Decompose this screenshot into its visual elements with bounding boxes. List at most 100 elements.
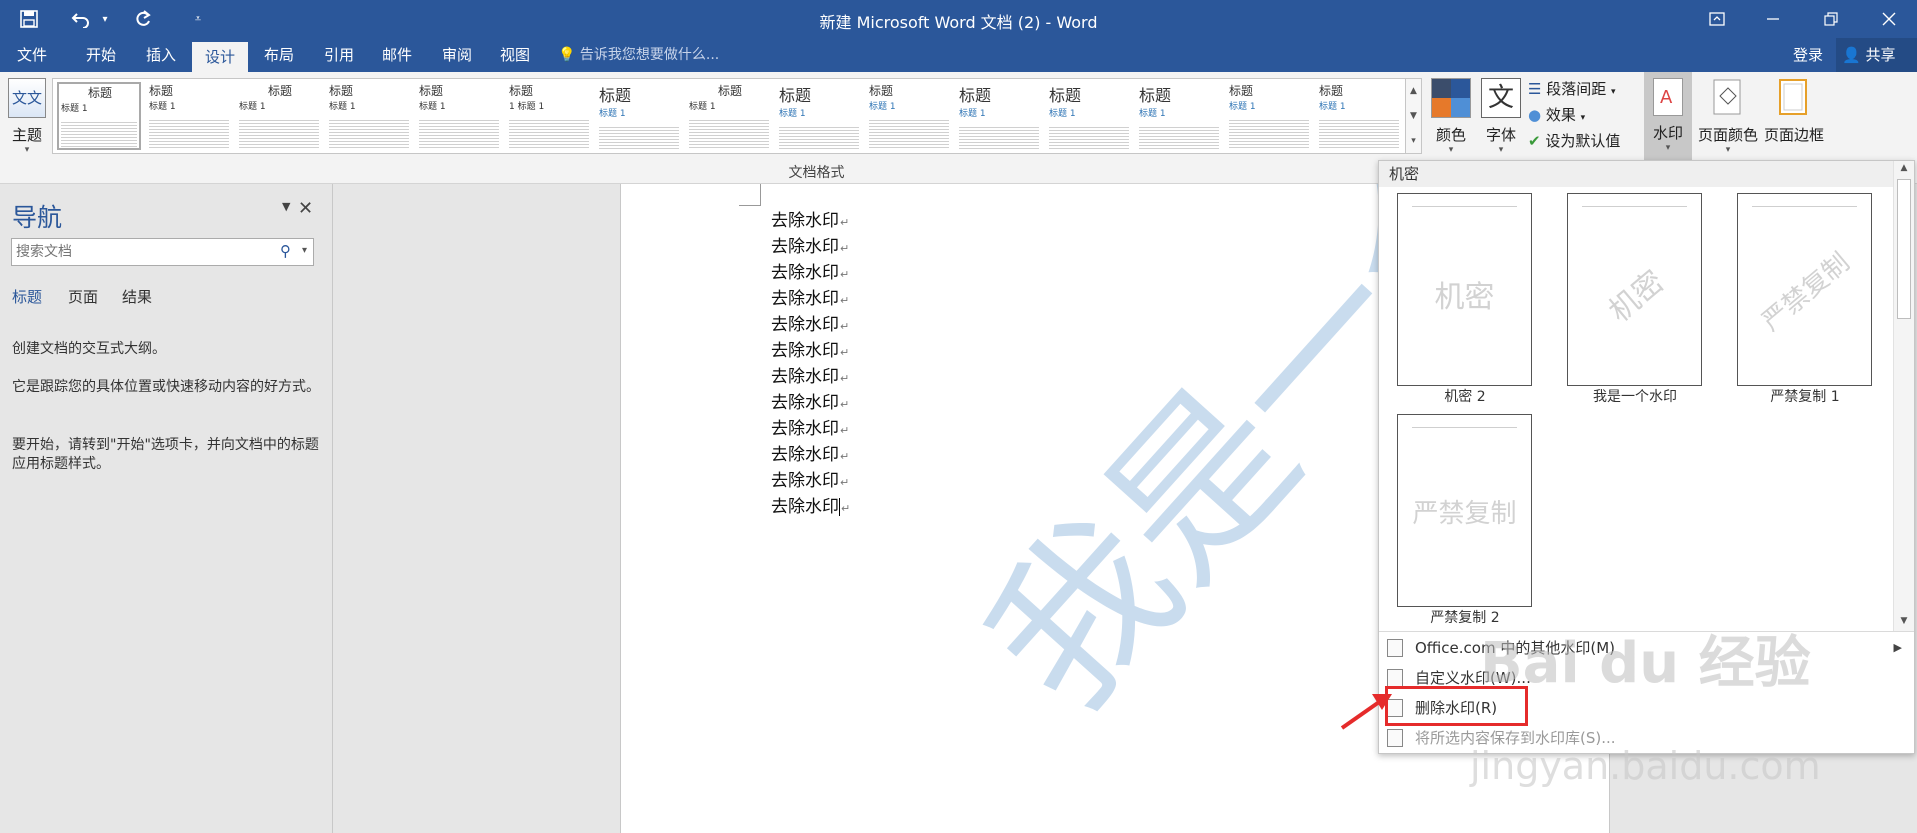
style-set-item[interactable]: 标题 标题 1 bbox=[237, 82, 321, 150]
page-color-button[interactable]: 页面颜色 ▾ bbox=[1696, 76, 1760, 166]
scroll-thumb[interactable] bbox=[1897, 179, 1911, 319]
style-set-subtitle: 标题 1 bbox=[689, 102, 716, 112]
watermark-menu-scrollbar[interactable]: ▲ ▼ bbox=[1893, 161, 1914, 631]
style-set-item[interactable]: 标题 标题 1 bbox=[957, 82, 1041, 150]
paragraph-mark-icon: ↵ bbox=[840, 424, 850, 437]
colors-button[interactable]: 颜色 ▾ bbox=[1428, 76, 1474, 166]
paragraph-mark-icon: ↵ bbox=[840, 450, 850, 463]
gallery-scrollbar[interactable]: ▲ ▼ ▾ bbox=[1406, 78, 1422, 154]
document-body[interactable]: 去除水印↵ 去除水印↵ 去除水印↵ 去除水印↵ 去除水印↵ 去除水印↵ 去除水印↵ 去除水印↵… bbox=[771, 208, 850, 520]
scroll-up-icon[interactable]: ▲ bbox=[1406, 79, 1421, 104]
restore-icon[interactable] bbox=[1808, 0, 1854, 38]
color-swatch bbox=[1451, 79, 1470, 98]
login-link[interactable]: 登录 bbox=[1793, 38, 1823, 72]
tab-mailings[interactable]: 邮件 bbox=[372, 38, 422, 72]
share-label: 共享 bbox=[1865, 46, 1896, 64]
close-icon[interactable]: ✕ bbox=[298, 198, 313, 219]
style-set-item[interactable]: 标题 标题 1 bbox=[867, 82, 951, 150]
style-set-item[interactable]: 标题 标题 1 bbox=[597, 82, 681, 150]
more-watermarks-office-item[interactable]: Office.com 中的其他水印(M) ▶ bbox=[1379, 635, 1914, 661]
style-set-title: 标题 bbox=[1049, 86, 1082, 105]
customize-qat-icon[interactable]: ⩡ bbox=[188, 0, 208, 38]
chevron-down-icon[interactable]: ▾ bbox=[302, 245, 307, 256]
watermark-menu: 机密 ▲ ▼ 机密 机密 2 机密 我是一个水印 严禁复制 严禁复制 1 严禁复… bbox=[1378, 160, 1915, 754]
style-set-item[interactable]: 标题 标题 1 bbox=[57, 82, 141, 150]
navigation-pane: 导航 ▼ ✕ ⚲ ▾ 标题 页面 结果 创建文档的交互式大纲。 它是跟踪您的具体… bbox=[0, 184, 333, 833]
tab-home[interactable]: 开始 bbox=[76, 38, 126, 72]
page-border-icon bbox=[1774, 78, 1814, 118]
watermark-option-no-copy-1[interactable]: 严禁复制 bbox=[1737, 193, 1872, 386]
tab-design[interactable]: 设计 bbox=[192, 42, 248, 72]
paragraph-spacing-button[interactable]: ☰ 段落间距 ▾ bbox=[1528, 76, 1648, 102]
watermark-option-confidential-2[interactable]: 机密 bbox=[1397, 193, 1532, 386]
chevron-down-icon[interactable]: ▼ bbox=[282, 200, 290, 213]
tab-layout[interactable]: 布局 bbox=[254, 38, 304, 72]
style-set-item[interactable]: 标题 标题 1 bbox=[1137, 82, 1221, 150]
style-set-item[interactable]: 标题 1 标题 1 bbox=[507, 82, 591, 150]
nav-tab-pages[interactable]: 页面 bbox=[68, 286, 98, 307]
document-line[interactable]: 去除水印↵ bbox=[771, 364, 850, 390]
close-icon[interactable] bbox=[1866, 0, 1912, 38]
themes-label: 主题 bbox=[11, 126, 42, 144]
document-line[interactable]: 去除水印↵ bbox=[771, 312, 850, 338]
themes-button[interactable]: 文文 主题 ▾ bbox=[4, 76, 50, 162]
document-line-text: 去除水印 bbox=[771, 263, 839, 283]
document-line[interactable]: 去除水印↵ bbox=[771, 416, 850, 442]
style-set-item[interactable]: 标题 标题 1 bbox=[417, 82, 501, 150]
nav-tab-headings[interactable]: 标题 bbox=[12, 286, 42, 307]
tab-references[interactable]: 引用 bbox=[314, 38, 364, 72]
share-button[interactable]: 👤 共享 bbox=[1836, 38, 1917, 72]
style-set-item[interactable]: 标题 标题 1 bbox=[777, 82, 861, 150]
save-icon[interactable] bbox=[14, 0, 44, 38]
document-line[interactable]: 去除水印↵ bbox=[771, 286, 850, 312]
set-default-button[interactable]: ✔ 设为默认值 bbox=[1528, 128, 1648, 154]
document-line[interactable]: 去除水印↵ bbox=[771, 208, 850, 234]
page-border-label: 页面边框 bbox=[1763, 126, 1824, 144]
color-swatch bbox=[1451, 98, 1470, 117]
search-input[interactable] bbox=[12, 239, 270, 265]
custom-watermark-icon bbox=[1387, 669, 1403, 687]
minimize-icon[interactable] bbox=[1750, 0, 1796, 38]
document-line[interactable]: 去除水印↵ bbox=[771, 260, 850, 286]
nav-tab-results[interactable]: 结果 bbox=[122, 286, 152, 307]
style-set-item[interactable]: 标题 标题 1 bbox=[1227, 82, 1311, 150]
page-border-button[interactable]: 页面边框 bbox=[1762, 76, 1826, 166]
style-set-item[interactable]: 标题 标题 1 bbox=[147, 82, 231, 150]
document-line[interactable]: 去除水印↵ bbox=[771, 390, 850, 416]
scroll-up-icon[interactable]: ▲ bbox=[1894, 163, 1914, 173]
document-line-text: 去除水印 bbox=[771, 341, 839, 361]
undo-icon[interactable] bbox=[66, 0, 96, 38]
fonts-button[interactable]: 文 字体 ▾ bbox=[1478, 76, 1524, 166]
style-set-item[interactable]: 标题 标题 1 bbox=[1317, 82, 1401, 150]
watermark-section-header: 机密 bbox=[1379, 161, 1893, 187]
watermark-icon: A bbox=[1653, 78, 1683, 116]
effects-button[interactable]: ● 效果 ▾ bbox=[1528, 102, 1648, 128]
style-set-item[interactable]: 标题 标题 1 bbox=[1047, 82, 1131, 150]
title-bar: ▾ ⩡ 新建 Microsoft Word 文档 (2) - Word bbox=[0, 0, 1917, 38]
watermark-option-no-copy-2[interactable]: 严禁复制 bbox=[1397, 414, 1532, 607]
tell-me-box[interactable]: 💡 告诉我您想要做什么... bbox=[558, 38, 719, 72]
page-color-icon bbox=[1708, 78, 1748, 118]
document-line[interactable]: 去除水印↵ bbox=[771, 468, 850, 494]
chevron-down-icon[interactable]: ▾ bbox=[96, 0, 114, 38]
search-icon[interactable]: ⚲ bbox=[280, 242, 291, 260]
document-line[interactable]: 去除水印↵ bbox=[771, 494, 850, 520]
gallery-more-icon[interactable]: ▾ bbox=[1406, 129, 1421, 154]
style-set-subtitle: 标题 1 bbox=[61, 104, 88, 114]
tab-review[interactable]: 审阅 bbox=[432, 38, 482, 72]
tab-view[interactable]: 视图 bbox=[490, 38, 540, 72]
style-set-item[interactable]: 标题 标题 1 bbox=[687, 82, 771, 150]
style-set-item[interactable]: 标题 标题 1 bbox=[327, 82, 411, 150]
redo-icon[interactable] bbox=[128, 0, 158, 38]
document-line[interactable]: 去除水印↵ bbox=[771, 234, 850, 260]
style-set-subtitle: 标题 1 bbox=[869, 102, 896, 112]
tab-file[interactable]: 文件 bbox=[8, 38, 56, 72]
thumb-header-line bbox=[1412, 206, 1517, 207]
scroll-down-icon[interactable]: ▼ bbox=[1406, 104, 1421, 129]
document-line[interactable]: 去除水印↵ bbox=[771, 338, 850, 364]
document-line[interactable]: 去除水印↵ bbox=[771, 442, 850, 468]
tab-insert[interactable]: 插入 bbox=[136, 38, 186, 72]
ribbon-display-icon[interactable] bbox=[1694, 0, 1740, 38]
watermark-option-custom[interactable]: 机密 bbox=[1567, 193, 1702, 386]
scroll-down-icon[interactable]: ▼ bbox=[1894, 616, 1914, 626]
